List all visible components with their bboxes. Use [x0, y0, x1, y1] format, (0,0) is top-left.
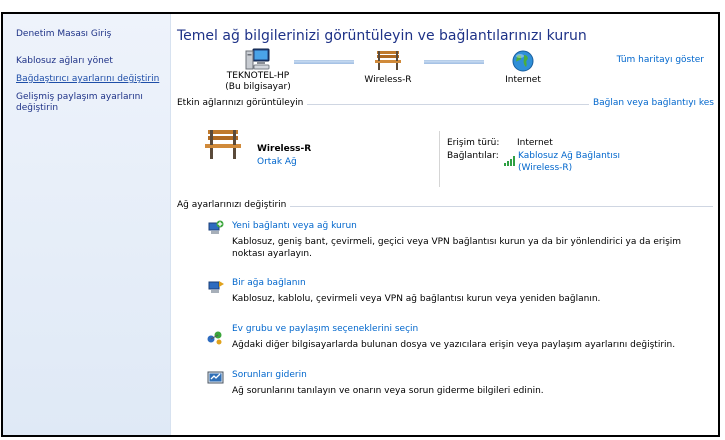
connect-network-icon[interactable] [207, 279, 225, 299]
task-connect-network-desc: Kablosuz, kablolu, çevirmeli veya VPN ağ… [232, 294, 601, 304]
globe-icon[interactable] [512, 50, 534, 76]
troubleshoot-icon[interactable] [207, 370, 225, 390]
task-new-connection-link[interactable]: Yeni bağlantı veya ağ kurun [232, 221, 357, 231]
network-type-link[interactable]: Ortak Ağ [257, 157, 297, 167]
network-divider [439, 131, 440, 187]
network-sharing-center-window: Denetim Masası Giriş Kablosuz ağları yön… [1, 12, 720, 437]
task-new-connection-desc: Kablosuz, geniş bant, çevirmeli, geçici … [232, 237, 682, 259]
see-full-map-link[interactable]: Tüm haritayı göster [617, 55, 704, 65]
bench-network-icon[interactable] [374, 49, 402, 75]
sidebar-item-manage-wireless[interactable]: Kablosuz ağları yönet [16, 56, 166, 67]
bench-network-large-icon [204, 127, 242, 165]
task-troubleshoot-desc: Ağ sorunlarını tanılayın ve onarın veya … [232, 386, 544, 396]
wireless-connection-sublink[interactable]: (Wireless-R) [518, 163, 572, 173]
sidebar-item-advanced-sharing[interactable]: Gelişmiş paylaşım ayarlarını değiştirin [16, 92, 166, 114]
computer-subtitle: (Bu bilgisayar) [225, 82, 291, 92]
signal-bars-icon [504, 151, 515, 170]
task-homegroup-link[interactable]: Ev grubu ve paylaşım seçeneklerini seçin [232, 324, 418, 334]
connections-label: Bağlantılar: [447, 151, 499, 161]
task-homegroup-desc: Ağdaki diğer bilgisayarlarda bulunan dos… [232, 340, 676, 350]
connect-disconnect-link[interactable]: Bağlan veya bağlantıyı kes [588, 98, 714, 108]
connection-line-2 [424, 60, 484, 64]
active-networks-heading: Etkin ağlarınızı görüntüleyin [177, 98, 308, 108]
active-network-name: Wireless-R [257, 144, 312, 154]
connection-line-1 [294, 60, 354, 64]
task-troubleshoot-link[interactable]: Sorunları giderin [232, 370, 307, 380]
main-content: Temel ağ bilgilerinizi görüntüleyin ve b… [171, 14, 718, 435]
computer-name: TEKNOTEL-HP [226, 71, 290, 81]
sidebar-item-adapter-settings[interactable]: Bağdaştırıcı ayarlarını değiştirin [16, 74, 166, 85]
new-connection-icon[interactable] [207, 220, 225, 240]
homegroup-icon[interactable] [206, 329, 224, 349]
access-type-value: Internet [517, 138, 553, 148]
internet-label: Internet [505, 75, 541, 85]
access-type-label: Erişim türü: [447, 138, 500, 148]
sidebar: Denetim Masası Giriş Kablosuz ağları yön… [3, 14, 171, 435]
sidebar-item-control-panel-home[interactable]: Denetim Masası Giriş [16, 29, 166, 40]
page-title: Temel ağ bilgilerinizi görüntüleyin ve b… [177, 28, 587, 44]
change-settings-heading: Ağ ayarlarınızı değiştirin [177, 200, 291, 210]
wireless-connection-link[interactable]: Kablosuz Ağ Bağlantısı [518, 151, 620, 161]
network-map-name: Wireless-R [364, 75, 412, 85]
task-connect-network-link[interactable]: Bir ağa bağlanın [232, 278, 306, 288]
